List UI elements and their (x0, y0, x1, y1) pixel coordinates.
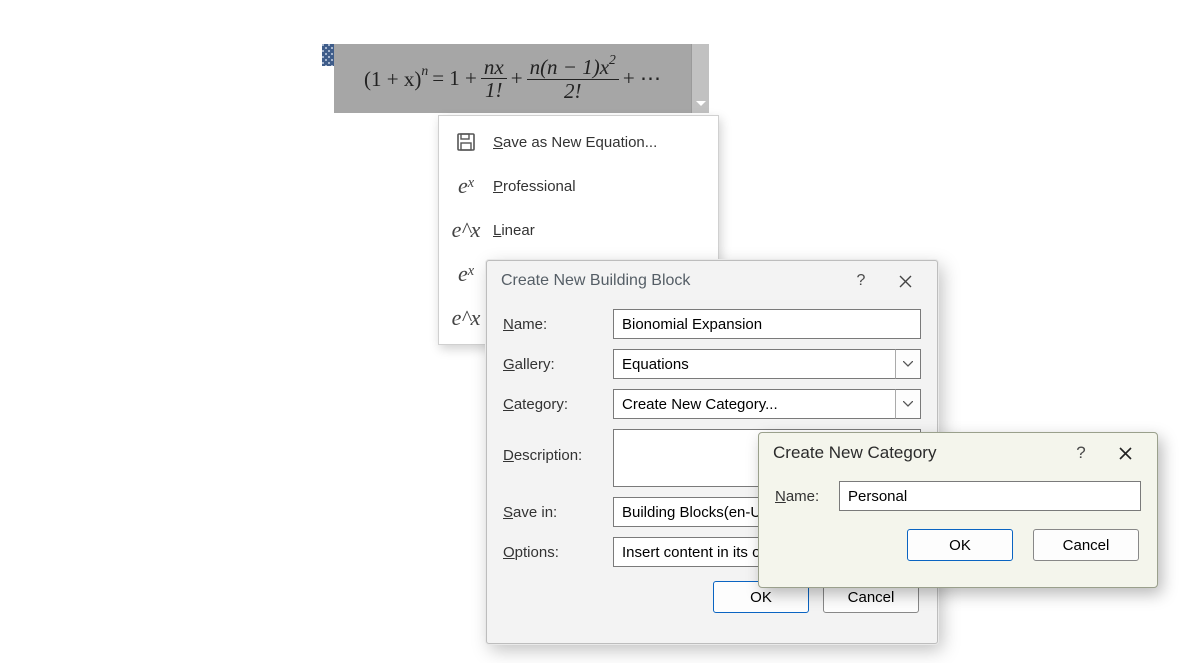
name-label: Name: (503, 316, 613, 333)
professional-format-icon: ex (453, 174, 479, 198)
savein-label: Save in: (503, 504, 613, 521)
category-name-input[interactable] (839, 481, 1141, 511)
menu-item-truncated-4[interactable]: ex (439, 252, 489, 296)
gallery-combobox[interactable] (613, 349, 921, 379)
eq-frac1-den: 1! (482, 79, 506, 101)
eq-frac2: n(n − 1)x2 2! (527, 55, 619, 101)
linear-format-icon: e^x (453, 218, 479, 242)
eq-frac1: nx 1! (481, 56, 507, 101)
menu-professional-label: Professional (493, 178, 576, 195)
save-icon (453, 130, 479, 154)
linear-format-icon: e^x (453, 306, 479, 330)
dialog-titlebar[interactable]: Create New Building Block ? (487, 261, 937, 301)
description-label: Description: (503, 429, 613, 464)
menu-professional[interactable]: ex Professional (439, 164, 718, 208)
help-button[interactable]: ? (839, 266, 883, 296)
menu-linear[interactable]: e^x Linear (439, 208, 718, 252)
menu-save-label: Save as New Equation... (493, 134, 657, 151)
close-icon (899, 275, 912, 288)
dialog-title: Create New Building Block (501, 272, 839, 290)
dialog-title: Create New Category (773, 443, 1059, 463)
eq-lhs-exp: n (421, 63, 428, 78)
close-button[interactable] (883, 266, 927, 296)
eq-frac2-exp: 2 (609, 52, 616, 67)
menu-linear-label: Linear (493, 222, 535, 239)
eq-plus1: + (511, 66, 523, 91)
close-button[interactable] (1103, 438, 1147, 468)
chevron-down-icon (696, 101, 706, 107)
eq-equals: = 1 + (432, 66, 477, 91)
gallery-dropdown-button[interactable] (895, 349, 921, 379)
category-name-label: Name: (775, 488, 839, 505)
chevron-down-icon (903, 401, 913, 407)
menu-save-as-new-equation[interactable]: Save as New Equation... (439, 120, 718, 164)
equation-drag-handle[interactable] (322, 44, 334, 66)
eq-lhs-base: (1 + x) (364, 67, 421, 91)
chevron-down-icon (903, 361, 913, 367)
name-input[interactable] (613, 309, 921, 339)
gallery-label: Gallery: (503, 356, 613, 373)
equation-options-dropdown[interactable] (691, 44, 709, 113)
options-label: Options: (503, 544, 613, 561)
professional-format-icon: ex (453, 262, 479, 286)
ok-button[interactable]: OK (907, 529, 1013, 561)
category-combobox[interactable] (613, 389, 921, 419)
eq-frac2-num: n(n − 1)x (530, 55, 609, 79)
cancel-button[interactable]: Cancel (1033, 529, 1139, 561)
eq-frac1-num: nx (481, 56, 507, 79)
create-new-category-dialog: Create New Category ? Name: OK Cancel (758, 432, 1158, 588)
help-button[interactable]: ? (1059, 438, 1103, 468)
category-label: Category: (503, 396, 613, 413)
eq-tail: + ⋯ (623, 66, 661, 91)
menu-item-truncated-5[interactable]: e^x (439, 296, 489, 340)
dialog-titlebar[interactable]: Create New Category ? (759, 433, 1157, 473)
category-dropdown-button[interactable] (895, 389, 921, 419)
equation-container: (1 + x)n = 1 + nx 1! + n(n − 1)x2 2! + ⋯ (322, 44, 709, 113)
equation-content[interactable]: (1 + x)n = 1 + nx 1! + n(n − 1)x2 2! + ⋯ (334, 44, 691, 113)
close-icon (1119, 447, 1132, 460)
eq-frac2-den: 2! (561, 80, 585, 102)
